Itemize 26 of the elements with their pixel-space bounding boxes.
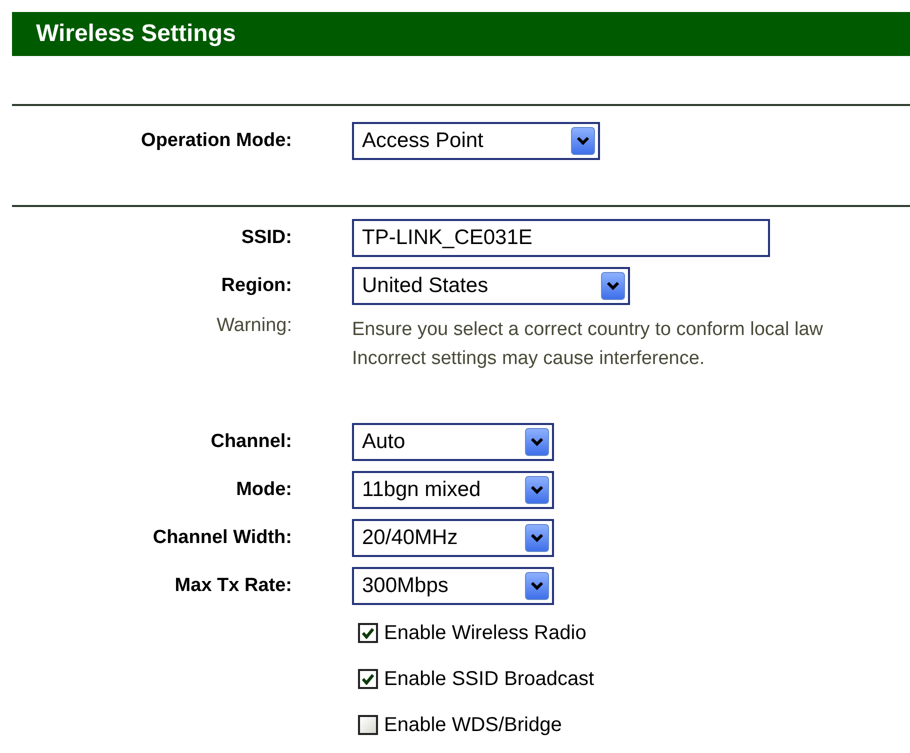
checkbox-label: Enable Wireless Radio: [384, 622, 586, 644]
checkbox[interactable]: [358, 623, 378, 643]
checkbox[interactable]: [358, 669, 378, 689]
warning-text: Incorrect settings may cause interference.: [352, 348, 705, 369]
field-label: Channel:: [210, 431, 292, 453]
field-label: Operation Mode:: [141, 130, 292, 152]
field-label: Mode:: [236, 479, 292, 501]
checkbox-label: Enable SSID Broadcast: [384, 668, 594, 690]
dropdown[interactable]: Auto: [352, 423, 554, 461]
dropdown[interactable]: 11bgn mixed: [352, 471, 554, 509]
field-label: Region:: [221, 275, 292, 297]
check-icon: [361, 627, 375, 639]
warning-text: Ensure you select a correct country to conform local law: [352, 319, 823, 340]
dropdown[interactable]: 300Mbps: [352, 567, 554, 605]
dropdown[interactable]: Access Point: [352, 122, 600, 160]
checkbox-label: Enable WDS/Bridge: [384, 714, 562, 736]
dropdown[interactable]: United States: [352, 267, 630, 305]
field-label: SSID:: [241, 227, 292, 249]
check-icon: [361, 673, 375, 685]
field-label: Channel Width:: [152, 527, 292, 549]
field-label: Max Tx Rate:: [174, 575, 292, 597]
warning-label: Warning:: [216, 315, 292, 337]
checkbox[interactable]: [358, 715, 378, 735]
input-field[interactable]: TP-LINK_CE031E: [352, 219, 770, 257]
dropdown[interactable]: 20/40MHz: [352, 519, 554, 557]
page-header: Wireless Settings: [12, 12, 910, 56]
